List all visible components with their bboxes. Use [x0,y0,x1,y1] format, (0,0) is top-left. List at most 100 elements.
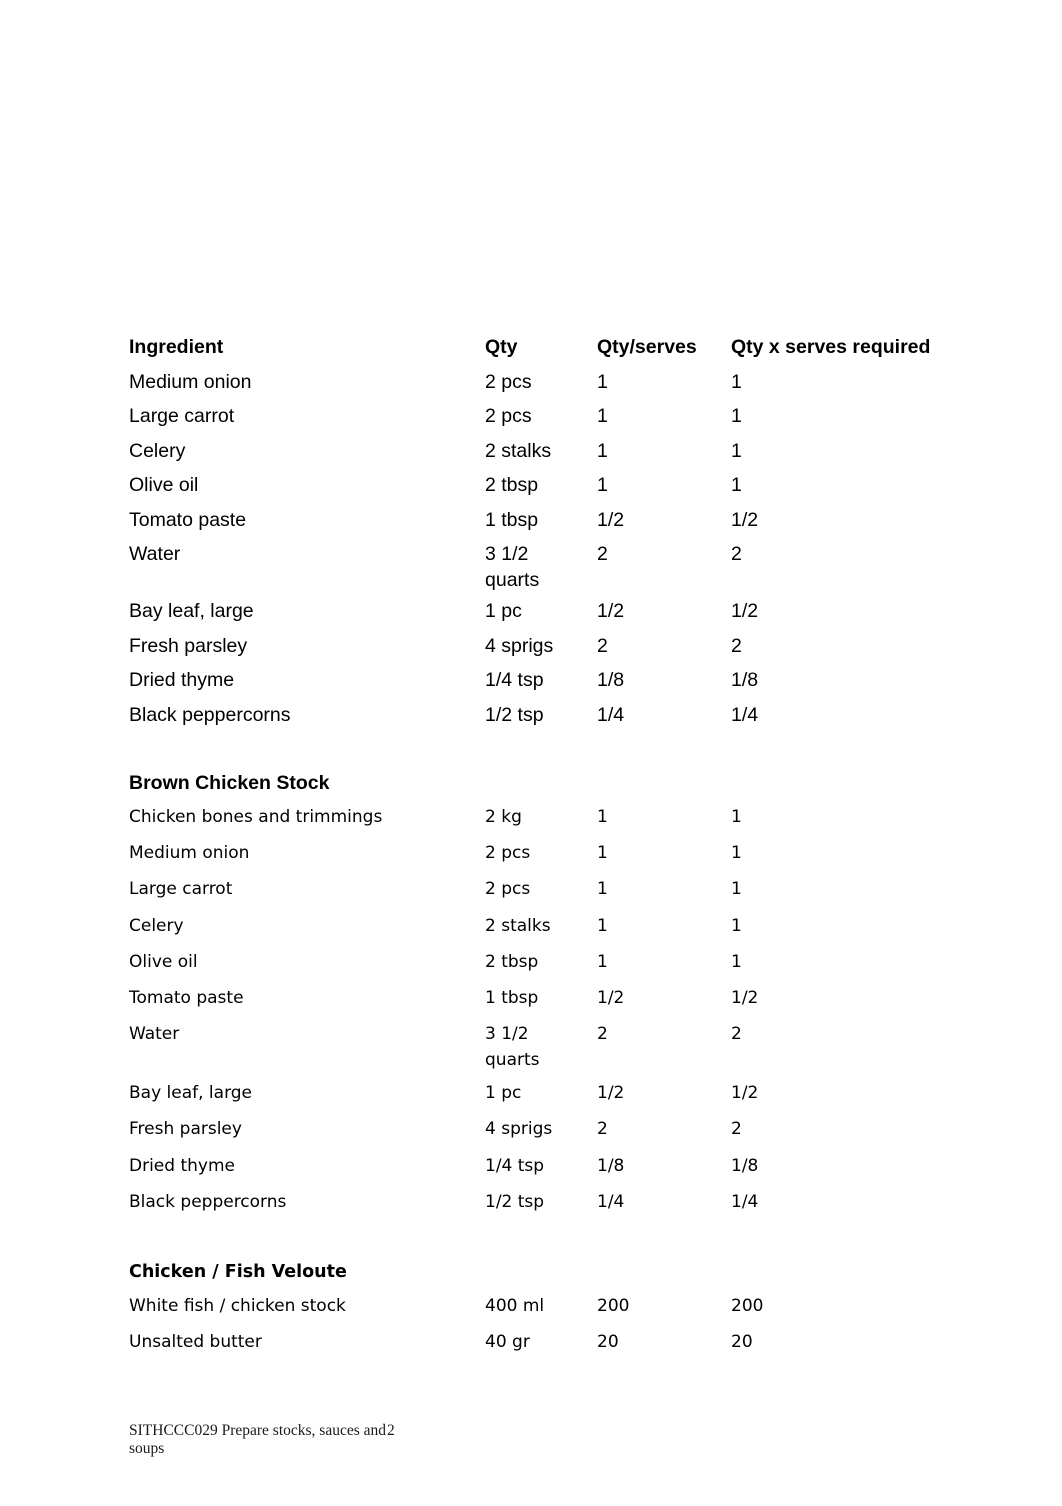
cell-qty-per-serves: 2 [597,1024,608,1045]
table-row: Fresh parsley 4 sprigs 2 2 [129,633,949,668]
cell-qty-per-serves: 1 [597,879,608,900]
heading-spacer [129,1285,949,1293]
cell-ingredient: Tomato paste [129,987,244,1008]
cell-ingredient: Water [129,1024,180,1045]
table-row: Olive oil 2 tbsp 1 1 [129,472,949,507]
table-row: Large carrot 2 pcs 1 1 [129,403,949,438]
cell-ingredient: Bay leaf, large [129,1083,253,1104]
cell-qty-x-serves: 1 [731,951,742,972]
cell-ingredient: Black peppercorns [129,1191,287,1212]
column-header-ingredient: Ingredient [129,336,224,358]
cell-ingredient: Medium onion [129,370,252,393]
cell-qty-x-serves: 2 [731,543,742,565]
cell-qty-x-serves: 1 [731,370,742,393]
cell-qty-per-serves: 1 [597,843,608,864]
cell-qty-per-serves: 1 [597,405,608,427]
table-row: Bay leaf, large 1 pc 1/2 1/2 [129,1080,949,1116]
footer-document-title: SITHCCC029 Prepare stocks, sauces and so… [129,1422,386,1457]
cell-qty: 2 pcs [485,879,531,900]
cell-ingredient: Large carrot [129,879,233,900]
cell-qty-x-serves: 20 [731,1332,753,1353]
cell-qty-per-serves: 1/4 [597,1191,625,1212]
cell-qty-per-serves: 20 [597,1332,619,1353]
cell-qty: 2 stalks [485,915,551,936]
table-row: Black peppercorns 1/2 tsp 1/4 1/4 [129,1189,949,1225]
table-row: Celery 2 stalks 1 1 [129,913,949,949]
cell-ingredient: Medium onion [129,843,250,864]
cell-qty-per-serves: 1 [597,807,608,827]
cell-qty: 40 gr [485,1332,530,1353]
document-content: Ingredient Qty Qty/serves Qty x serves r… [129,334,949,1365]
cell-qty-x-serves: 1 [731,474,742,496]
document-page: Ingredient Qty Qty/serves Qty x serves r… [0,0,1062,1506]
cell-ingredient: White fish / chicken stock [129,1295,346,1316]
table-row: Fresh parsley 4 sprigs 2 2 [129,1116,949,1152]
cell-qty-x-serves: 1 [731,915,742,936]
table-row: Large carrot 2 pcs 1 1 [129,876,949,912]
cell-qty-per-serves: 1/2 [597,600,625,622]
cell-qty-x-serves: 1/2 [731,508,759,531]
table-row: Water 3 1/2 quarts 2 2 [129,541,949,598]
cell-qty-per-serves: 2 [597,634,608,657]
cell-qty: 2 kg [485,807,522,827]
cell-qty-per-serves: 1/4 [597,703,625,726]
cell-qty-x-serves: 1 [731,405,742,427]
table-row: Celery 2 stalks 1 1 [129,438,949,473]
section-ingredient-table-1: Ingredient Qty Qty/serves Qty x serves r… [129,334,949,736]
cell-qty: 1 pc [485,600,522,622]
cell-qty-per-serves: 1/2 [597,1083,625,1104]
table-row: Medium onion 2 pcs 1 1 [129,369,949,404]
cell-qty-x-serves: 1 [731,807,742,827]
table-row: Bay leaf, large 1 pc 1/2 1/2 [129,598,949,633]
section-heading-brown-chicken-stock: Brown Chicken Stock [129,772,330,794]
table-row: Dried thyme 1/4 tsp 1/8 1/8 [129,1153,949,1189]
cell-qty-x-serves: 1/4 [731,1191,759,1212]
table-row: Olive oil 2 tbsp 1 1 [129,949,949,985]
cell-ingredient: Black peppercorns [129,703,291,726]
table-row: Medium onion 2 pcs 1 1 [129,840,949,876]
cell-qty: 3 1/2 quarts [485,543,540,591]
table-row: Tomato paste 1 tbsp 1/2 1/2 [129,507,949,542]
cell-ingredient: Celery [129,915,184,936]
cell-qty-x-serves: 1/2 [731,1083,759,1104]
section-ingredient-table-3: White fish / chicken stock 400 ml 200 20… [129,1293,949,1365]
cell-qty: 2 tbsp [485,951,539,972]
table-row: Chicken bones and trimmings 2 kg 1 1 [129,804,949,840]
cell-qty-x-serves: 200 [731,1295,764,1316]
cell-qty: 1 tbsp [485,508,539,531]
heading-spacer [129,796,949,804]
column-header-qty: Qty [485,336,518,358]
section-heading-chicken-fish-veloute: Chicken / Fish Veloute [129,1261,347,1282]
table-header-row: Ingredient Qty Qty/serves Qty x serves r… [129,334,949,369]
cell-qty-x-serves: 1/8 [731,669,759,691]
cell-qty-x-serves: 2 [731,634,742,657]
cell-qty-per-serves: 1 [597,951,608,972]
cell-ingredient: Dried thyme [129,1155,235,1176]
cell-qty: 1/2 tsp [485,703,544,726]
cell-qty-per-serves: 200 [597,1295,630,1316]
cell-qty: 2 pcs [485,843,531,864]
table-row: Tomato paste 1 tbsp 1/2 1/2 [129,985,949,1021]
cell-qty: 2 stalks [485,439,552,462]
cell-qty-per-serves: 1/8 [597,669,625,691]
cell-qty: 2 tbsp [485,474,539,496]
cell-ingredient: Bay leaf, large [129,600,254,622]
page-footer: SITHCCC029 Prepare stocks, sauces and so… [129,1422,949,1458]
cell-ingredient: Olive oil [129,474,199,496]
cell-qty-per-serves: 1 [597,439,608,462]
cell-qty-per-serves: 1/8 [597,1155,625,1176]
cell-qty-per-serves: 1 [597,915,608,936]
cell-qty: 1/4 tsp [485,1155,545,1176]
column-header-qty-x-serves-required: Qty x serves required [731,336,931,358]
cell-qty: 2 pcs [485,370,532,393]
cell-qty: 400 ml [485,1295,545,1316]
cell-qty-x-serves: 1/2 [731,987,759,1008]
table-row: Dried thyme 1/4 tsp 1/8 1/8 [129,667,949,702]
cell-qty: 2 pcs [485,405,532,427]
cell-ingredient: Dried thyme [129,669,235,691]
cell-ingredient: Fresh parsley [129,1119,242,1140]
cell-qty-x-serves: 1/2 [731,600,759,622]
cell-qty: 1/2 tsp [485,1191,545,1212]
cell-ingredient: Olive oil [129,951,198,972]
